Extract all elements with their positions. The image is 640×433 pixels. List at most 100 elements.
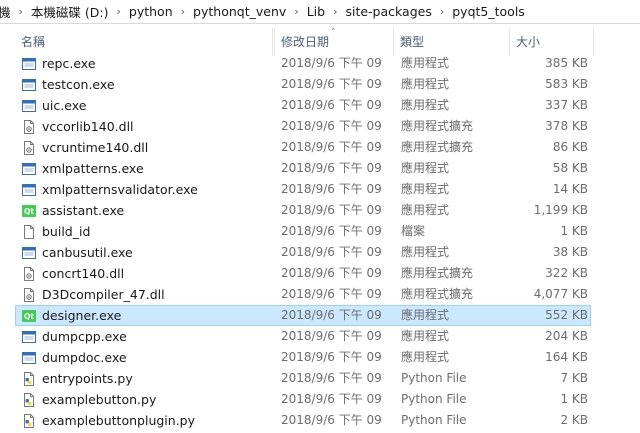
file-row[interactable]: dumpdoc.exe 2018/9/6 下午 09 應用程式 164 KB <box>15 347 591 368</box>
qt-app-icon: Qt <box>21 203 37 219</box>
breadcrumb-item[interactable]: 機 <box>0 2 13 21</box>
file-name: vcruntime140.dll <box>42 140 149 155</box>
file-size: 1 KB <box>560 392 588 406</box>
chevron-right-icon[interactable]: › <box>175 5 191 18</box>
file-name: canbusutil.exe <box>42 245 133 260</box>
file-row[interactable]: entrypoints.py 2018/9/6 下午 09 Python File 7… <box>15 368 591 389</box>
file-date: 2018/9/6 下午 09 <box>281 245 382 259</box>
chevron-right-icon[interactable]: › <box>434 5 450 18</box>
column-header-size[interactable]: 大小 <box>510 28 594 56</box>
breadcrumb-item[interactable]: pyqt5_tools <box>450 4 527 19</box>
chevron-right-icon[interactable]: › <box>13 5 29 18</box>
file-type: 應用程式 <box>401 329 450 343</box>
python-file-icon <box>21 371 37 387</box>
application-icon <box>21 77 37 93</box>
file-type: 應用程式 <box>401 161 450 175</box>
file-date: 2018/9/6 下午 09 <box>281 77 382 91</box>
file-size: 1,199 KB <box>533 203 588 217</box>
file-row[interactable]: repc.exe 2018/9/6 下午 09 應用程式 385 KB <box>15 53 591 74</box>
file-row[interactable]: xmlpatternsvalidator.exe 2018/9/6 下午 09 應用… <box>15 179 591 200</box>
file-name: entrypoints.py <box>42 371 133 386</box>
file-row[interactable]: D3Dcompiler_47.dll 2018/9/6 下午 09 應用程式擴充 4,… <box>15 284 591 305</box>
file-size: 7 KB <box>560 371 588 385</box>
application-icon <box>21 329 37 345</box>
dll-icon <box>21 287 37 303</box>
file-row[interactable]: vcruntime140.dll 2018/9/6 下午 09 應用程式擴充 86 K… <box>15 137 591 158</box>
file-row[interactable]: testcon.exe 2018/9/6 下午 09 應用程式 583 KB <box>15 74 591 95</box>
file-date: 2018/9/6 下午 09 <box>281 203 382 217</box>
address-bar[interactable]: 機 › 本機磁碟 (D:) › python › pythonqt_venv ›… <box>0 0 640 24</box>
file-row[interactable]: vccorlib140.dll 2018/9/6 下午 09 應用程式擴充 378 K… <box>15 116 591 137</box>
file-size: 86 KB <box>552 140 588 154</box>
file-row[interactable]: dumpcpp.exe 2018/9/6 下午 09 應用程式 204 KB <box>15 326 591 347</box>
file-type: Python File <box>401 371 467 385</box>
file-name: dumpdoc.exe <box>42 350 127 365</box>
file-name: examplebutton.py <box>42 392 157 407</box>
file-row[interactable]: canbusutil.exe 2018/9/6 下午 09 應用程式 38 KB <box>15 242 591 263</box>
file-date: 2018/9/6 下午 09 <box>281 392 382 406</box>
application-icon <box>21 350 37 366</box>
file-row[interactable]: xmlpatterns.exe 2018/9/6 下午 09 應用程式 58 KB <box>15 158 591 179</box>
chevron-right-icon[interactable]: › <box>327 5 343 18</box>
file-type: 應用程式 <box>401 98 450 112</box>
file-row[interactable]: build_id 2018/9/6 下午 09 檔案 1 KB <box>15 221 591 242</box>
file-row[interactable]: concrt140.dll 2018/9/6 下午 09 應用程式擴充 322 KB <box>15 263 591 284</box>
file-name: dumpcpp.exe <box>42 329 127 344</box>
breadcrumb-item[interactable]: python <box>127 4 175 19</box>
sort-ascending-icon: ˄ <box>331 28 336 38</box>
file-size: 337 KB <box>545 98 588 112</box>
svg-text:Qt: Qt <box>24 312 34 321</box>
file-type: 應用程式 <box>401 56 450 70</box>
file-size: 4,077 KB <box>533 287 588 301</box>
file-name: concrt140.dll <box>42 266 125 281</box>
column-header-name[interactable]: 名稱 <box>15 28 273 56</box>
breadcrumb-item[interactable]: 本機磁碟 (D:) <box>29 2 111 21</box>
file-date: 2018/9/6 下午 09 <box>281 266 382 280</box>
file-date: 2018/9/6 下午 09 <box>281 371 382 385</box>
file-row[interactable]: examplebutton.py 2018/9/6 下午 09 Python Fil… <box>15 389 591 410</box>
file-size: 322 KB <box>545 266 588 280</box>
file-size: 58 KB <box>552 161 588 175</box>
application-icon <box>21 182 37 198</box>
column-header-type[interactable]: 類型 <box>394 28 510 56</box>
column-header-date[interactable]: 修改日期 ˄ <box>274 28 394 56</box>
file-type: 應用程式 <box>401 245 450 259</box>
file-date: 2018/9/6 下午 09 <box>281 140 382 154</box>
file-size: 164 KB <box>545 350 588 364</box>
file-size: 204 KB <box>545 329 588 343</box>
file-size: 552 KB <box>545 308 588 322</box>
file-date: 2018/9/6 下午 09 <box>281 308 382 322</box>
column-header-date-label: 修改日期 <box>281 35 330 49</box>
file-date: 2018/9/6 下午 09 <box>281 182 382 196</box>
file-row[interactable]: examplebuttonplugin.py 2018/9/6 下午 09 Pyth… <box>15 410 591 431</box>
file-name: vccorlib140.dll <box>42 119 134 134</box>
file-type: 應用程式擴充 <box>401 266 474 280</box>
file-icon <box>21 224 37 240</box>
file-row[interactable]: Qt assistant.exe 2018/9/6 下午 09 應用程式 1,199 K… <box>15 200 591 221</box>
file-type: 應用程式擴充 <box>401 287 474 301</box>
application-icon <box>21 161 37 177</box>
application-icon <box>21 245 37 261</box>
file-size: 38 KB <box>552 245 588 259</box>
file-type: 應用程式 <box>401 308 450 322</box>
file-row[interactable]: uic.exe 2018/9/6 下午 09 應用程式 337 KB <box>15 95 591 116</box>
file-date: 2018/9/6 下午 09 <box>281 161 382 175</box>
file-name: assistant.exe <box>42 203 125 218</box>
dll-icon <box>21 119 37 135</box>
file-row[interactable]: Qt designer.exe 2018/9/6 下午 09 應用程式 552 KB <box>15 305 591 326</box>
chevron-right-icon[interactable]: › <box>288 5 304 18</box>
breadcrumb-item[interactable]: Lib <box>305 4 327 19</box>
file-type: 應用程式 <box>401 77 450 91</box>
file-size: 1 KB <box>560 224 588 238</box>
file-type: 應用程式 <box>401 350 450 364</box>
file-type: 檔案 <box>401 224 426 238</box>
file-name: examplebuttonplugin.py <box>42 413 195 428</box>
breadcrumb-item[interactable]: site-packages <box>343 4 433 19</box>
file-name: xmlpatternsvalidator.exe <box>42 182 198 197</box>
chevron-right-icon[interactable]: › <box>111 5 127 18</box>
file-name: xmlpatterns.exe <box>42 161 144 176</box>
file-date: 2018/9/6 下午 09 <box>281 119 382 133</box>
file-type: 應用程式擴充 <box>401 119 474 133</box>
breadcrumb-item[interactable]: pythonqt_venv <box>191 4 288 19</box>
file-date: 2018/9/6 下午 09 <box>281 224 382 238</box>
